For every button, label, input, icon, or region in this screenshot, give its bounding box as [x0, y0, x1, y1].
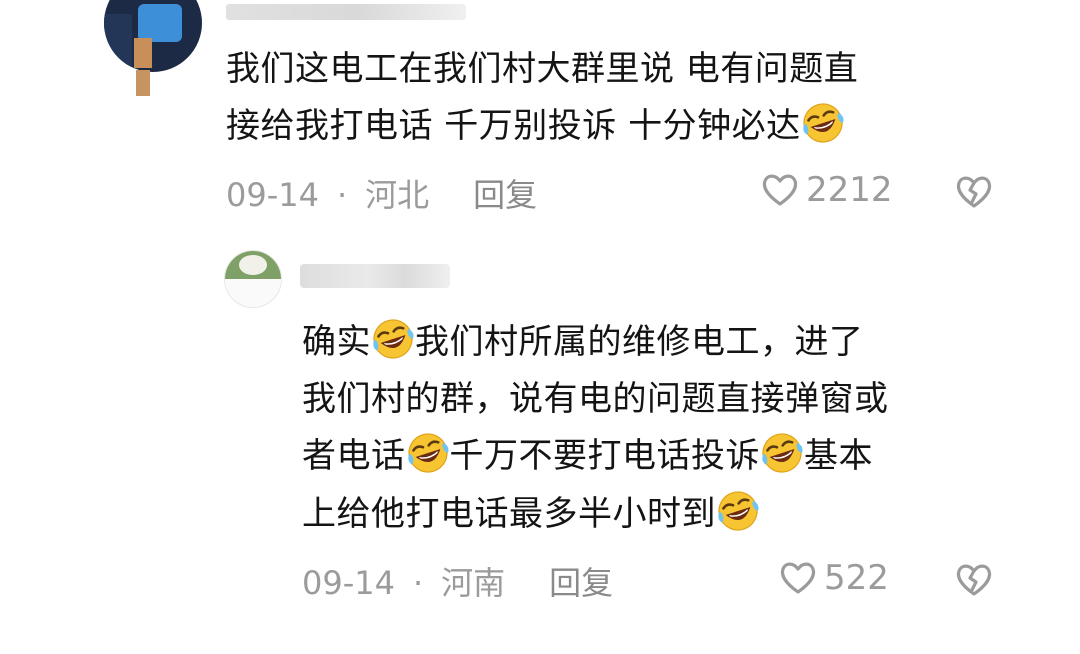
username-blurred[interactable]	[226, 4, 466, 20]
separator-dot: ·	[336, 176, 348, 214]
avatar-blur	[225, 279, 281, 307]
like-button[interactable]: 2212	[760, 170, 893, 210]
broken-heart-icon[interactable]	[954, 172, 994, 212]
comment-text: 者电话 千万不要打电话投诉 基本	[302, 428, 873, 484]
heart-outline-icon	[760, 170, 800, 210]
comment-text: 我们这电工在我们村大群里说 电有问题直	[226, 41, 858, 97]
avatar-blur	[134, 38, 152, 68]
comment-text-segment: 我们村的群，说有电的问题直接弹窗或	[302, 379, 889, 419]
avatar-blur	[136, 70, 150, 96]
heart-outline-icon	[778, 558, 818, 598]
comment-location: 河南	[441, 564, 506, 602]
reply-button[interactable]: 回复	[473, 176, 537, 214]
comment-text-line: 接给我打电话 千万别投诉 十分钟必达	[226, 106, 801, 146]
broken-heart-icon[interactable]	[954, 560, 994, 600]
like-button[interactable]: 522	[778, 558, 889, 598]
comment-text-segment: 上给他打电话最多半小时到	[302, 494, 716, 534]
laughing-crying-emoji-icon	[371, 317, 415, 361]
avatar-blur	[239, 255, 267, 275]
comment-text: 我们村的群，说有电的问题直接弹窗或	[302, 371, 889, 427]
comment-text: 确实 我们村所属的维修电工，进了	[302, 314, 864, 370]
like-count: 522	[824, 558, 889, 598]
avatar-blur	[138, 4, 182, 42]
comment-text-segment: 确实	[302, 322, 371, 362]
like-count: 2212	[806, 170, 893, 210]
comment-date: 09-14	[302, 564, 395, 602]
avatar-blur	[104, 14, 132, 72]
laughing-crying-emoji-icon	[716, 489, 760, 533]
comment-text: 接给我打电话 千万别投诉 十分钟必达	[226, 98, 845, 154]
laughing-crying-emoji-icon	[406, 431, 450, 475]
laughing-crying-emoji-icon	[760, 431, 804, 475]
username-blurred[interactable]	[300, 264, 450, 288]
comment-date: 09-14	[226, 176, 319, 214]
comment-text-line: 我们这电工在我们村大群里说 电有问题直	[226, 49, 859, 89]
comment-text-segment: 千万不要打电话投诉	[449, 436, 760, 476]
comment-text: 上给他打电话最多半小时到	[302, 486, 760, 542]
comment-text-segment: 者电话	[302, 436, 406, 476]
avatar[interactable]	[104, 0, 202, 72]
comment-meta: 09-14 · 河南 回复	[302, 558, 613, 604]
reply-button[interactable]: 回复	[549, 564, 613, 602]
separator-dot: ·	[412, 564, 424, 602]
comment-text-segment: 基本	[804, 436, 873, 476]
avatar[interactable]	[224, 250, 282, 308]
laughing-crying-emoji-icon	[801, 101, 845, 145]
comment-location: 河北	[365, 176, 430, 214]
comment-text-segment: 我们村所属的维修电工，进了	[415, 322, 864, 362]
comment-meta: 09-14 · 河北 回复	[226, 170, 537, 216]
